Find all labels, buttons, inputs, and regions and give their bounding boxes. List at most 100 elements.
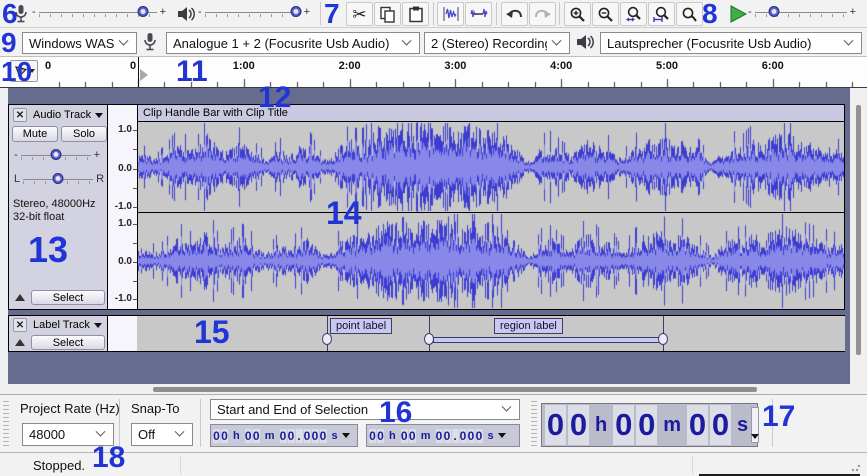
toolbar-grip[interactable] [531, 401, 537, 447]
dropdown-triangle-icon [94, 323, 102, 328]
device-toolbar: Windows WASAPI Analogue 1 + 2 (Focusrite… [0, 28, 867, 57]
horizontal-scrollbar[interactable] [0, 384, 850, 394]
scissors-icon: ✂ [352, 6, 366, 23]
snap-to-label: Snap-To [131, 401, 179, 416]
cut-button[interactable]: ✂ [346, 2, 373, 26]
recording-volume-handle[interactable] [137, 6, 148, 17]
playback-volume-slider[interactable]: - + [198, 4, 318, 20]
recording-device-mic-icon [143, 32, 157, 57]
play-at-speed-icon [729, 5, 747, 23]
zoom-in-button[interactable] [564, 2, 591, 26]
horizontal-scrollbar-thumb[interactable] [153, 387, 757, 392]
paste-button[interactable] [402, 2, 429, 26]
ruler-minute-label: 1:00 [233, 60, 255, 72]
toolbar-grip[interactable] [3, 401, 9, 447]
label-track-select-button[interactable]: Select [31, 335, 105, 350]
top-toolbar: - + - + ✂ [0, 0, 867, 28]
playback-meter-speaker-icon [176, 5, 196, 28]
track-select-button[interactable]: Select [31, 290, 105, 305]
callout-18: 18 [92, 443, 125, 473]
region-end-handle[interactable] [658, 333, 668, 345]
pan-slider[interactable]: L R [14, 171, 104, 187]
waveform-channel-right[interactable] [138, 213, 844, 309]
timeline-ruler[interactable]: 0 1:002:003:004:005:006:000 [0, 57, 867, 88]
selection-start-field[interactable]: 00 h 00 m 00.000 s 00 h 00 m 00.000 s [210, 424, 358, 447]
field-dropdown-icon[interactable] [342, 433, 350, 438]
chevron-down-icon [844, 35, 854, 45]
zoom-out-button[interactable] [592, 2, 619, 26]
point-label-handle[interactable] [322, 333, 332, 345]
fit-selection-button[interactable] [620, 2, 647, 26]
fit-project-button[interactable] [648, 2, 675, 26]
callout-11: 11 [176, 57, 208, 87]
recording-device-select[interactable]: Analogue 1 + 2 (Focusrite Usb Audio) [166, 32, 420, 54]
redo-icon [533, 7, 552, 22]
track-title-menu[interactable]: Audio Track [33, 109, 103, 121]
zoom-in-icon [569, 6, 586, 23]
gain-handle[interactable] [50, 149, 61, 160]
collapse-track-button[interactable] [12, 335, 28, 350]
field-dropdown-icon[interactable] [498, 433, 506, 438]
snap-to-select[interactable]: Off [131, 423, 193, 446]
audio-track-control-panel: ✕ Audio Track Mute Solo - + L R Stereo, … [8, 104, 108, 310]
vertical-scrollbar-thumb[interactable] [856, 105, 861, 355]
selection-mode-select[interactable]: Start and End of Selection [210, 399, 520, 420]
field-spinner[interactable] [751, 407, 759, 443]
pan-handle[interactable] [53, 173, 64, 184]
label-track-spacer [108, 315, 137, 352]
recording-volume-slider[interactable]: - + [32, 4, 174, 20]
clipboard-icon [408, 6, 424, 23]
slider-plus-label: + [160, 6, 166, 18]
chevron-down-icon [96, 427, 106, 437]
mute-button[interactable]: Mute [12, 126, 58, 142]
play-at-speed-button[interactable] [724, 2, 751, 26]
recording-channels-select[interactable]: 2 (Stereo) Recording Chann [424, 32, 570, 54]
audio-position-field[interactable]: 00 h 00 m 00 s 00 h 00 m 00 s [541, 403, 758, 447]
collapse-track-button[interactable] [12, 290, 28, 305]
audio-host-select[interactable]: Windows WASAPI [22, 32, 137, 54]
region-start-handle[interactable] [424, 333, 434, 345]
region-label-bar[interactable] [433, 337, 661, 343]
playback-volume-handle[interactable] [290, 6, 301, 17]
status-bar: Stopped. [0, 452, 867, 476]
copy-button[interactable] [374, 2, 401, 26]
callout-16: 16 [379, 398, 412, 428]
gain-slider[interactable]: - + [14, 147, 104, 163]
slider-minus-label: - [748, 6, 752, 18]
waveform-channel-left[interactable] [138, 122, 844, 212]
play-speed-slider[interactable]: - + [748, 4, 863, 20]
silence-audio-button[interactable] [465, 2, 492, 26]
undo-button[interactable] [501, 2, 528, 26]
vertical-scale-ruler[interactable]: 1.0 0.0 -1.0 1.0 0.0 -1.0 [108, 104, 137, 310]
ruler-minute-label: 0 [130, 60, 136, 72]
region-label[interactable]: region label [494, 318, 563, 334]
playback-device-select[interactable]: Lautsprecher (Focusrite Usb Audio) [600, 32, 862, 54]
close-track-button[interactable]: ✕ [13, 318, 27, 332]
slider-minus-label: - [32, 6, 36, 18]
window-resize-grip[interactable] [851, 462, 861, 472]
selection-toolbar: Project Rate (Hz) 48000 Snap-To Off Star… [0, 394, 867, 452]
label-track-content[interactable]: point label region label [137, 315, 845, 352]
chevron-down-icon [552, 35, 562, 45]
zoom-toggle-button[interactable] [676, 2, 703, 26]
callout-17: 17 [762, 402, 795, 432]
playhead-triangle-icon[interactable] [140, 69, 148, 81]
label-track-title-menu[interactable]: Label Track [33, 319, 102, 331]
point-label[interactable]: point label [330, 318, 392, 334]
audio-clip[interactable]: Clip Handle Bar with Clip Title [137, 104, 845, 310]
trackpanel-left-edge [0, 88, 8, 384]
label-track-title: Label Track [33, 319, 90, 331]
zoom-out-icon [597, 6, 614, 23]
redo-button[interactable] [529, 2, 556, 26]
play-speed-handle[interactable] [768, 6, 779, 17]
track-workspace[interactable]: ✕ Audio Track Mute Solo - + L R Stereo, … [0, 88, 867, 394]
chevron-down-icon [119, 35, 129, 45]
close-track-button[interactable]: ✕ [13, 108, 27, 122]
clip-handle-bar[interactable]: Clip Handle Bar with Clip Title [138, 105, 844, 122]
solo-button[interactable]: Solo [61, 126, 107, 142]
trim-audio-button[interactable] [437, 2, 464, 26]
chevron-down-icon [402, 35, 412, 45]
vertical-scrollbar[interactable] [850, 88, 867, 394]
callout-7: 7 [324, 0, 340, 28]
editing-cursor-marker [138, 57, 139, 87]
